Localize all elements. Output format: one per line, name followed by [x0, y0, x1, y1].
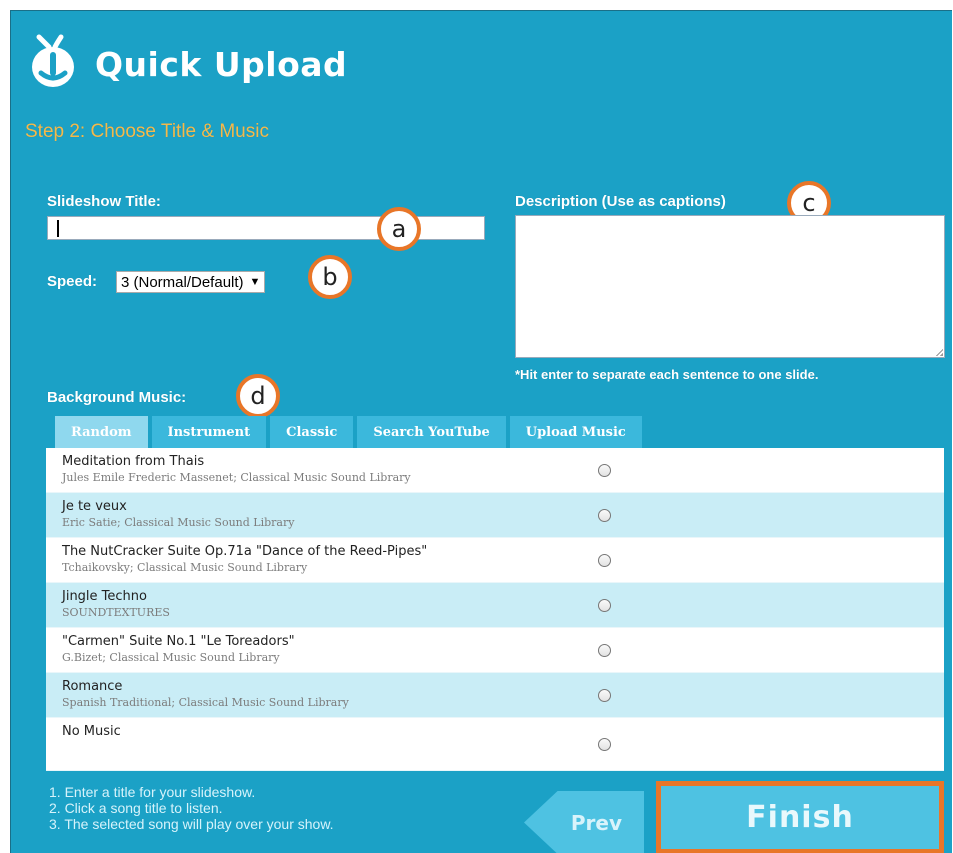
speed-label: Speed:: [47, 273, 98, 290]
text-caret: [57, 220, 59, 237]
instructions: 1. Enter a title for your slideshow. 2. …: [49, 784, 334, 832]
callout-badge-a: a: [377, 207, 421, 251]
song-radio[interactable]: [598, 509, 611, 522]
song-radio[interactable]: [598, 554, 611, 567]
tab-instrument[interactable]: Instrument: [151, 416, 267, 448]
song-artist: G.Bizet; Classical Music Sound Library: [62, 651, 280, 664]
song-title[interactable]: No Music: [62, 724, 566, 739]
song-title[interactable]: The NutCracker Suite Op.71a "Dance of th…: [62, 544, 566, 559]
song-row[interactable]: Je te veux Eric Satie; Classical Music S…: [46, 493, 944, 538]
prev-button[interactable]: Prev: [524, 791, 644, 853]
song-row[interactable]: "Carmen" Suite No.1 "Le Toreadors" G.Biz…: [46, 628, 944, 673]
instruction-line: 2. Click a song title to listen.: [49, 800, 223, 816]
song-radio[interactable]: [598, 738, 611, 751]
description-label: Description (Use as captions): [515, 193, 726, 210]
app-title: Quick Upload: [95, 45, 348, 84]
step-title: Step 2: Choose Title & Music: [25, 121, 269, 142]
song-row[interactable]: The NutCracker Suite Op.71a "Dance of th…: [46, 538, 944, 583]
callout-badge-d: d: [236, 374, 280, 418]
song-title[interactable]: Je te veux: [62, 499, 566, 514]
song-artist: SOUNDTEXTURES: [62, 606, 170, 619]
tab-random[interactable]: Random: [55, 416, 148, 448]
callout-badge-b: b: [308, 255, 352, 299]
speed-select[interactable]: 3 (Normal/Default) ▼: [116, 271, 266, 293]
tab-upload-music[interactable]: Upload Music: [509, 416, 642, 448]
song-artist: Tchaikovsky; Classical Music Sound Libra…: [62, 561, 308, 574]
speed-select-value: 3 (Normal/Default): [121, 273, 244, 291]
instruction-line: 3. The selected song will play over your…: [49, 816, 334, 832]
music-tabs: Random Instrument Classic Search YouTube…: [55, 416, 642, 448]
song-radio[interactable]: [598, 644, 611, 657]
finish-button[interactable]: Finish: [656, 781, 944, 853]
song-artist: Jules Emile Frederic Massenet; Classical…: [62, 471, 411, 484]
slideshow-title-label: Slideshow Title:: [47, 193, 161, 210]
song-row[interactable]: Romance Spanish Traditional; Classical M…: [46, 673, 944, 718]
song-title[interactable]: Jingle Techno: [62, 589, 566, 604]
song-radio[interactable]: [598, 464, 611, 477]
song-row[interactable]: Jingle Techno SOUNDTEXTURES: [46, 583, 944, 628]
chevron-down-icon: ▼: [249, 276, 261, 288]
song-list: Meditation from Thais Jules Emile Freder…: [46, 448, 944, 771]
mouse-logo-icon: [32, 34, 74, 87]
song-title[interactable]: Meditation from Thais: [62, 454, 566, 469]
song-radio[interactable]: [598, 599, 611, 612]
description-textarea[interactable]: [515, 215, 945, 358]
song-radio[interactable]: [598, 689, 611, 702]
background-music-label: Background Music:: [47, 389, 187, 406]
instruction-line: 1. Enter a title for your slideshow.: [49, 784, 256, 800]
quick-upload-panel: Quick Upload Step 2: Choose Title & Musi…: [10, 10, 952, 853]
song-artist: Spanish Traditional; Classical Music Sou…: [62, 696, 349, 709]
tab-classic[interactable]: Classic: [270, 416, 354, 448]
song-artist: Eric Satie; Classical Music Sound Librar…: [62, 516, 295, 529]
tab-search-youtube[interactable]: Search YouTube: [357, 416, 506, 448]
resize-grip-icon[interactable]: [935, 348, 943, 356]
description-hint: *Hit enter to separate each sentence to …: [515, 367, 819, 382]
song-title[interactable]: "Carmen" Suite No.1 "Le Toreadors": [62, 634, 566, 649]
song-row[interactable]: No Music: [46, 718, 944, 771]
song-row[interactable]: Meditation from Thais Jules Emile Freder…: [46, 448, 944, 493]
song-title[interactable]: Romance: [62, 679, 566, 694]
